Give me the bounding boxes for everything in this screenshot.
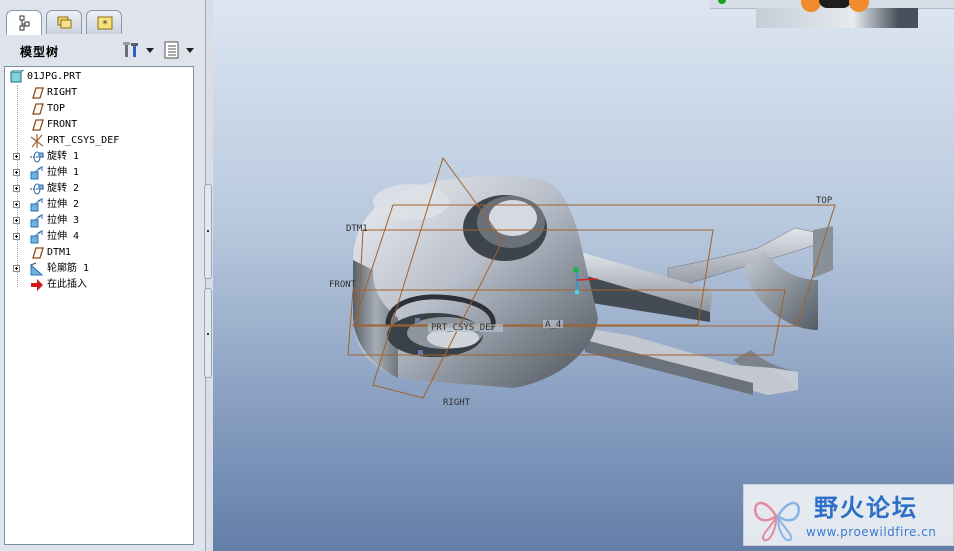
list-icon bbox=[164, 41, 179, 59]
model-tree: 01JPG.PRT RIGHT TOP FRONT PRT_CSYS_DEF 旋… bbox=[4, 66, 194, 545]
tree-item-revolve-2[interactable]: 旋转 2 bbox=[5, 181, 191, 197]
datum-plane-icon bbox=[32, 119, 44, 131]
chevron-down-icon bbox=[146, 48, 154, 53]
tree-item-profile-rib-1[interactable]: 轮廓筋 1 bbox=[5, 261, 191, 277]
main-body bbox=[353, 176, 598, 388]
tree-item-extrude-3[interactable]: 拉伸 3 bbox=[5, 213, 191, 229]
tree-item-dtm1[interactable]: DTM1 bbox=[5, 245, 191, 261]
extrude-icon bbox=[30, 198, 43, 212]
grip-dot bbox=[207, 333, 209, 335]
watermark-url: www.proewildfire.cn bbox=[806, 525, 937, 539]
revolve-icon bbox=[30, 151, 44, 163]
label-dtm1: DTM1 bbox=[346, 224, 368, 234]
tools-icon bbox=[123, 42, 138, 57]
tree-item-csys[interactable]: PRT_CSYS_DEF bbox=[5, 133, 191, 149]
tree-settings-button[interactable] bbox=[122, 40, 156, 60]
tree-item-extrude-1[interactable]: 拉伸 1 bbox=[5, 165, 191, 181]
label-top: TOP bbox=[816, 196, 833, 206]
panel-splitter-handle[interactable] bbox=[204, 184, 212, 279]
insert-here-arrow-icon bbox=[31, 279, 43, 291]
datum-plane-icon bbox=[32, 87, 44, 99]
revolve-icon bbox=[30, 183, 44, 195]
tree-item-top[interactable]: TOP bbox=[5, 101, 191, 117]
expand-icon[interactable] bbox=[13, 265, 20, 272]
label-axis: A_4 bbox=[545, 320, 561, 330]
profile-rib-icon bbox=[30, 262, 44, 276]
model-tree-title: 模型树 bbox=[20, 45, 60, 59]
expand-icon[interactable] bbox=[13, 169, 20, 176]
expand-icon[interactable] bbox=[13, 185, 20, 192]
expand-icon[interactable] bbox=[13, 153, 20, 160]
navigator-tab-strip: * bbox=[0, 0, 206, 35]
model-tree-header: 模型树 bbox=[0, 36, 206, 64]
tree-structure-icon bbox=[19, 15, 30, 31]
label-csys: PRT_CSYS_DEF bbox=[431, 323, 496, 333]
model-viewport[interactable]: TOP DTM1 FRONT RIGHT PRT_CSYS_DEF A_4 bbox=[213, 0, 954, 551]
folders-icon bbox=[57, 16, 72, 29]
extrude-icon bbox=[30, 230, 43, 244]
butterfly-logo-icon bbox=[753, 501, 801, 542]
extrude-icon bbox=[30, 214, 43, 228]
datum-plane-icon bbox=[32, 103, 44, 115]
expand-icon[interactable] bbox=[13, 233, 20, 240]
graphics-window[interactable]: TOP DTM1 FRONT RIGHT PRT_CSYS_DEF A_4 野火… bbox=[213, 0, 954, 551]
svg-text:*: * bbox=[103, 19, 108, 30]
extrude-icon bbox=[30, 166, 43, 180]
expand-icon[interactable] bbox=[13, 217, 20, 224]
model-tree-panel: * 模型树 01JPG.PRT RIGHT TOP FRONT PRT_CSYS… bbox=[0, 0, 206, 551]
coordinate-system-icon bbox=[30, 134, 44, 148]
star-icon: * bbox=[97, 16, 113, 30]
label-front: FRONT bbox=[329, 280, 357, 290]
tree-item-insert-here[interactable]: 在此插入 bbox=[5, 277, 191, 293]
tree-item-right[interactable]: RIGHT bbox=[5, 85, 191, 101]
tree-item-extrude-4[interactable]: 拉伸 4 bbox=[5, 229, 191, 245]
expand-icon[interactable] bbox=[13, 201, 20, 208]
watermark-title: 野火论坛 bbox=[814, 494, 918, 522]
datum-plane-icon bbox=[32, 247, 44, 259]
part-icon bbox=[9, 70, 25, 83]
tree-show-button[interactable] bbox=[162, 40, 196, 60]
forum-watermark: 野火论坛 www.proewildfire.cn bbox=[743, 484, 954, 546]
panel-splitter-handle[interactable] bbox=[204, 288, 212, 378]
tree-item-revolve-1[interactable]: 旋转 1 bbox=[5, 149, 191, 165]
chevron-down-icon bbox=[186, 48, 194, 53]
tree-item-front[interactable]: FRONT bbox=[5, 117, 191, 133]
folder-browser-tab[interactable] bbox=[46, 10, 82, 34]
tree-item-extrude-2[interactable]: 拉伸 2 bbox=[5, 197, 191, 213]
grip-dot bbox=[207, 230, 209, 232]
model-tree-tab[interactable] bbox=[6, 10, 42, 35]
tree-root-part[interactable]: 01JPG.PRT bbox=[5, 69, 191, 85]
label-right: RIGHT bbox=[443, 398, 471, 408]
favorites-tab[interactable]: * bbox=[86, 10, 122, 34]
